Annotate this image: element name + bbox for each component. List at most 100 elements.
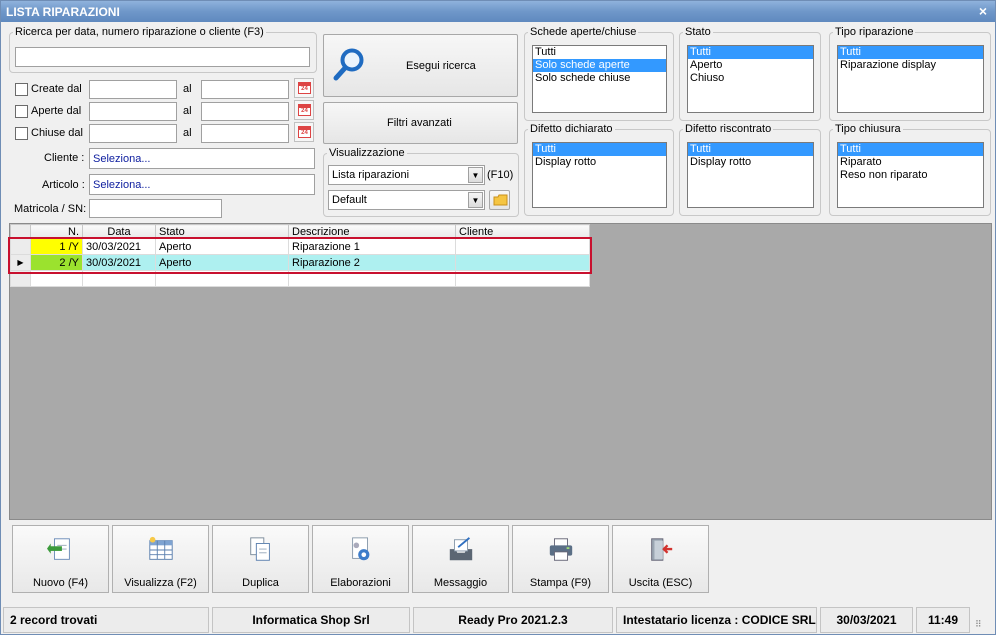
cliente-label: Cliente : [44,152,85,164]
stampa-label: Stampa (F9) [529,577,592,589]
chiuse-from-date[interactable] [89,124,177,143]
cliente-value: Seleziona... [93,153,151,165]
layout-select-value: Default [332,194,367,206]
calendar-icon[interactable]: 24 [294,122,314,142]
articolo-value: Seleziona... [93,179,151,191]
advanced-filters-label: Filtri avanzati [387,117,452,129]
duplica-button[interactable]: Duplica [212,525,309,593]
list-item[interactable]: Tutti [838,46,983,59]
visualizza-label: Visualizza (F2) [124,577,197,589]
list-item[interactable]: Aperto [688,59,813,72]
elaborazioni-button[interactable]: Elaborazioni [312,525,409,593]
al-label: al [183,83,192,95]
message-icon [449,537,473,561]
status-date: 30/03/2021 [820,607,913,633]
calendar-day: 24 [298,126,311,138]
list-item[interactable]: Tutti [533,46,666,59]
difetto-dichiarato-listbox[interactable]: Tutti Display rotto [532,142,667,208]
matricola-input[interactable] [89,199,222,218]
list-item[interactable]: Riparato [838,156,983,169]
f10-hint: (F10) [487,169,514,181]
search-icon [333,48,364,81]
cliente-field[interactable]: Seleziona... [89,148,315,169]
nuovo-label: Nuovo (F4) [32,577,89,589]
view-select-value: Lista riparazioni [332,169,410,181]
calendar-icon[interactable]: 24 [294,100,314,120]
list-item[interactable]: Tutti [533,143,666,156]
create-checkbox[interactable] [15,83,28,96]
resize-grip-icon[interactable]: ⠿ [975,617,989,631]
difetto-riscontrato-listbox[interactable]: Tutti Display rotto [687,142,814,208]
elaborazioni-label: Elaborazioni [330,577,391,589]
status-company: Informatica Shop Srl [212,607,410,633]
schede-listbox[interactable]: Tutti Solo schede aperte Solo schede chius… [532,45,667,113]
list-item[interactable]: Reso non riparato [838,169,983,182]
open-folder-button[interactable] [489,190,510,210]
repairs-list-window: LISTA RIPARAZIONI × Ricerca per data, nu… [0,0,996,635]
matricola-label: Matricola / SN: [14,203,87,215]
articolo-field[interactable]: Seleziona... [89,174,315,195]
list-item[interactable]: Riparazione display [838,59,983,72]
calendar-icon[interactable]: 24 [294,78,314,98]
tipo-chiusura-label: Tipo chiusura [835,123,901,135]
list-item[interactable]: Tutti [838,143,983,156]
chiuse-to-date[interactable] [201,124,289,143]
title-bar[interactable]: LISTA RIPARAZIONI × [1,1,995,22]
tipo-chiusura-listbox[interactable]: Tutti Riparato Reso non riparato [837,142,984,208]
status-version: Ready Pro 2021.2.3 [413,607,613,633]
view-select[interactable]: Lista riparazioni ▼ [328,165,485,185]
tipo-riparazione-listbox[interactable]: Tutti Riparazione display [837,45,984,113]
duplica-label: Duplica [242,577,279,589]
uscita-button[interactable]: Uscita (ESC) [612,525,709,593]
nuovo-button[interactable]: Nuovo (F4) [12,525,109,593]
list-item[interactable]: Tutti [688,143,813,156]
view-grid-icon [149,536,173,560]
stato-listbox[interactable]: Tutti Aperto Chiuso [687,45,814,113]
al-label: al [183,105,192,117]
list-item[interactable]: Display rotto [688,156,813,169]
uscita-label: Uscita (ESC) [628,577,693,589]
search-button[interactable]: Esegui ricerca [323,34,518,97]
aperte-label: Aperte dal [31,105,82,117]
messaggio-button[interactable]: Messaggio [412,525,509,593]
rows-highlight-frame [8,237,592,274]
advanced-filters-button[interactable]: Filtri avanzati [323,102,518,144]
chevron-down-icon[interactable]: ▼ [468,167,483,183]
aperte-to-date[interactable] [201,102,289,121]
tipo-riparazione-label: Tipo riparazione [835,26,914,38]
gear-doc-icon [352,537,370,561]
create-label: Create dal [31,83,82,95]
results-grid-area: N. Data Stato Descrizione Cliente 1 /Y 30… [8,223,992,520]
printer-icon [549,538,573,561]
list-item[interactable]: Tutti [688,46,813,59]
list-item[interactable]: Chiuso [688,72,813,85]
close-icon[interactable]: × [979,3,987,19]
status-time: 11:49 [916,607,970,633]
list-item[interactable]: Display rotto [533,156,666,169]
stato-label: Stato [685,26,711,38]
al-label: al [183,127,192,139]
articolo-label: Articolo : [42,179,85,191]
search-input[interactable] [15,47,310,67]
window-title: LISTA RIPARAZIONI [6,5,120,19]
list-item[interactable]: Solo schede aperte [533,59,666,72]
view-group-label: Visualizzazione [329,147,405,159]
visualizza-button[interactable]: Visualizza (F2) [112,525,209,593]
exit-door-icon [651,538,673,561]
folder-icon [493,194,508,206]
create-from-date[interactable] [89,80,177,99]
status-licensee: Intestatario licenza : CODICE SRL [616,607,817,633]
aperte-from-date[interactable] [89,102,177,121]
duplicate-icon [250,537,270,561]
list-item[interactable]: Solo schede chiuse [533,72,666,85]
create-to-date[interactable] [201,80,289,99]
aperte-checkbox[interactable] [15,105,28,118]
layout-select[interactable]: Default ▼ [328,190,485,210]
difetto-dichiarato-label: Difetto dichiarato [530,123,613,135]
new-doc-icon [47,538,70,560]
stampa-button[interactable]: Stampa (F9) [512,525,609,593]
search-group-label: Ricerca per data, numero riparazione o c… [15,26,264,38]
chiuse-label: Chiuse dal [31,127,83,139]
chiuse-checkbox[interactable] [15,127,28,140]
chevron-down-icon[interactable]: ▼ [468,192,483,208]
